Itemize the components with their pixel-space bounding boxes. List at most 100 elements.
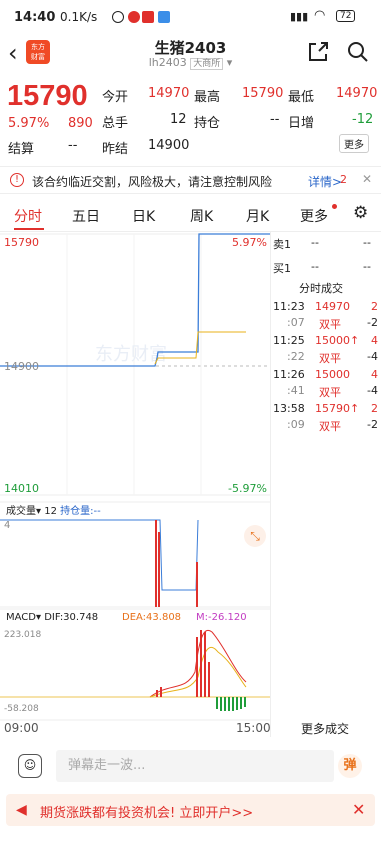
macd-bar	[208, 662, 210, 697]
trade-subrow: :07 双平 -2	[271, 316, 381, 332]
macd-bar	[200, 630, 202, 697]
trade-price: 15000↑	[315, 334, 360, 347]
trade-seconds: :09	[287, 418, 305, 431]
status-time: 14:40	[14, 10, 56, 25]
more-trades-link[interactable]: 更多成交	[271, 720, 381, 736]
order-book-panel: 卖1 -- -- 买1 -- -- 分时成交 11:23 14970 2 :07…	[270, 232, 381, 737]
high-label: 最高	[194, 90, 221, 105]
chevron-down-icon[interactable]: ▾	[227, 56, 233, 69]
header: ‹ 东方 财富 生猪2403 lh2403 大商所 ▾	[0, 34, 381, 76]
settings-icon[interactable]: ⚙	[353, 203, 368, 223]
tab-weekly-k[interactable]: 周K	[190, 206, 213, 226]
wifi-icon: ◠	[314, 8, 326, 23]
buy1-vol: --	[363, 260, 371, 273]
macd-bar	[220, 697, 222, 711]
trade-time: 11:26	[273, 368, 305, 381]
volume-value: 12	[170, 112, 187, 127]
trade-subrow: :22 双平 -4	[271, 350, 381, 366]
price-axis-mid: 14900	[4, 360, 39, 373]
danmu-button[interactable]: 弹	[338, 754, 362, 778]
tab-more[interactable]: 更多	[300, 206, 328, 226]
emoji-icon[interactable]: ☺	[18, 754, 42, 778]
macd-axis-top: 223.018	[4, 630, 42, 640]
tab-monthly-k[interactable]: 月K	[246, 206, 269, 226]
open-value: 14970	[148, 86, 190, 101]
warning-text: 该合约临近交割，风险极大，请注意控制风险	[32, 175, 273, 189]
sell1-row: 卖1 -- --	[271, 236, 381, 252]
trade-vol: 2	[371, 402, 378, 415]
megaphone-icon: ◀	[16, 802, 27, 818]
volume-indicator-label[interactable]: 成交量▾ 12 持仓量:--	[6, 502, 101, 517]
macd-bar	[196, 637, 198, 697]
close-icon[interactable]: ✕	[352, 800, 365, 819]
macd-bar	[160, 687, 162, 697]
tab-daily-k[interactable]: 日K	[132, 206, 155, 226]
change-pct: 5.97%	[8, 116, 50, 131]
macd-bar	[240, 697, 242, 709]
macd-label: MACD	[6, 612, 36, 623]
macd-bar	[216, 697, 218, 709]
sell1-vol: --	[363, 236, 371, 249]
trade-time: 13:58	[273, 402, 305, 415]
trade-price: 14970	[315, 300, 350, 313]
tab-five-day[interactable]: 五日	[72, 206, 100, 226]
intraday-chart[interactable]: 东方财富 15790 5.97% 14900 14010 -5.97% 成交量▾…	[0, 232, 270, 737]
trade-seconds: :41	[287, 384, 305, 397]
m-label: M:-26.120	[196, 612, 247, 623]
vol-axis-max: 4	[4, 520, 11, 531]
prev-settle-value: 14900	[148, 138, 190, 153]
price-axis-bottom: 14010	[4, 482, 39, 495]
tab-intraday[interactable]: 分时	[14, 206, 42, 226]
contract-code: lh2403	[148, 56, 187, 69]
cloud-icon	[158, 11, 170, 23]
macd-bar	[204, 632, 206, 697]
time-start: 09:00	[4, 721, 39, 735]
app-notification-icon-2	[142, 11, 154, 23]
trade-vol: 2	[371, 300, 378, 313]
prev-settle-label: 昨结	[102, 142, 129, 157]
network-speed: 0.1K/s	[60, 10, 98, 24]
trade-type: 双平	[319, 386, 341, 399]
oi-indicator: 持仓量:--	[60, 506, 101, 517]
buy1-price: --	[311, 260, 319, 273]
change-value: 890	[68, 116, 93, 131]
sell1-price: --	[311, 236, 319, 249]
comment-bar: ☺ 弹幕走一波... 弹	[0, 746, 381, 786]
search-icon[interactable]	[346, 40, 370, 64]
macd-header[interactable]: MACD▾ DIF:30.748	[6, 612, 98, 623]
trade-vol: 4	[371, 368, 378, 381]
trade-price: 15000	[315, 368, 350, 381]
dea-label: DEA:43.808	[122, 612, 182, 623]
daily-inc-value: -12	[352, 112, 374, 127]
trade-row: 11:23 14970 2	[271, 300, 381, 316]
more-button[interactable]: 更多	[339, 134, 369, 153]
volume-bar	[155, 520, 157, 607]
promo-banner[interactable]: ◀ 期货涨跌都有投资机会! 立即开户>> ✕	[6, 794, 375, 826]
macd-axis-bottom: -58.208	[4, 704, 39, 714]
low-label: 最低	[288, 90, 315, 105]
trade-seconds: :22	[287, 350, 305, 363]
daily-inc-label: 日增	[288, 116, 315, 131]
trade-oi-delta: -4	[367, 384, 378, 397]
signal-icon: ▮▮▮	[290, 10, 309, 23]
comment-input[interactable]: 弹幕走一波...	[56, 750, 334, 782]
volume-bar	[196, 562, 198, 607]
volume-label: 总手	[102, 116, 129, 131]
pct-axis-bottom: -5.97%	[228, 482, 267, 495]
close-icon[interactable]: ✕	[362, 172, 372, 186]
share-icon[interactable]	[306, 40, 330, 64]
warning-detail-link[interactable]: 详情>	[308, 173, 342, 190]
pct-axis-top: 5.97%	[232, 236, 267, 249]
trade-oi-delta: -4	[367, 350, 378, 363]
open-label: 今开	[102, 90, 129, 105]
oi-value: --	[270, 112, 280, 127]
expand-icon[interactable]: ⤡	[244, 525, 266, 547]
buy1-label: 买1	[273, 262, 291, 275]
trade-type: 双平	[319, 420, 341, 433]
vol-label: 成交量	[6, 506, 36, 517]
trade-type: 双平	[319, 352, 341, 365]
time-end: 15:00	[236, 721, 271, 735]
promo-text[interactable]: 期货涨跌都有投资机会! 立即开户>>	[40, 802, 253, 821]
trade-time: 11:25	[273, 334, 305, 347]
more-trades-text[interactable]: 更多成交	[301, 720, 349, 737]
